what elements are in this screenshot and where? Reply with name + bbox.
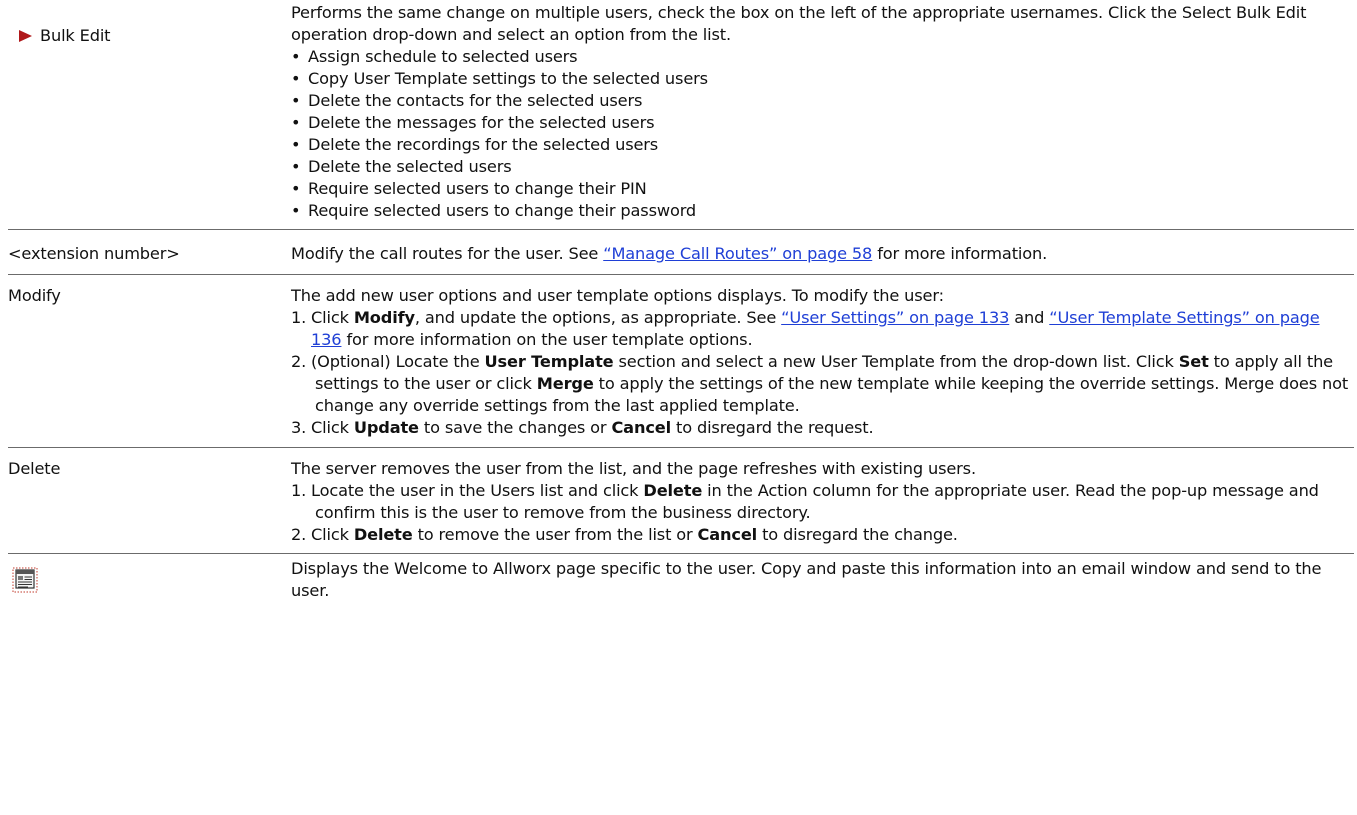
modify-label[interactable]: Modify (8, 286, 61, 305)
list-item: 1. Locate the user in the Users list and … (291, 481, 1319, 522)
extension-text-after: for more information. (872, 244, 1048, 263)
welcome-description: Displays the Welcome to Allworx page spe… (291, 559, 1322, 600)
list-item: Delete the recordings for the selected u… (291, 134, 1354, 156)
bulk-edit-description: Performs the same change on multiple use… (291, 3, 1307, 44)
list-item: Require selected users to change their P… (291, 178, 1354, 200)
delete-label[interactable]: Delete (8, 459, 60, 478)
row-extension-number: <extension number> Modify the call route… (8, 229, 1354, 275)
delete-steps: 1. Locate the user in the Users list and … (291, 480, 1354, 546)
bulk-edit-label: Bulk Edit (40, 26, 111, 45)
list-item: Assign schedule to selected users (291, 46, 1354, 68)
list-item: 1. Click Modify, and update the options, … (291, 308, 1320, 349)
expand-arrow-icon (19, 30, 32, 42)
manage-call-routes-link[interactable]: “Manage Call Routes” on page 58 (603, 244, 872, 263)
extension-number-label[interactable]: <extension number> (8, 244, 180, 263)
delete-intro: The server removes the user from the lis… (291, 459, 976, 478)
modify-steps: 1. Click Modify, and update the options, … (291, 307, 1354, 439)
list-item: Delete the contacts for the selected use… (291, 90, 1354, 112)
list-item: Delete the messages for the selected use… (291, 112, 1354, 134)
document-icon (12, 567, 38, 593)
row-welcome-page: Displays the Welcome to Allworx page spe… (8, 554, 1354, 603)
list-item: 2. Click Delete to remove the user from t… (291, 525, 958, 544)
welcome-page-icon[interactable] (12, 567, 38, 599)
list-item: 2. (Optional) Locate the User Template se… (291, 352, 1349, 415)
user-settings-link[interactable]: “User Settings” on page 133 (781, 308, 1009, 327)
list-item: Delete the selected users (291, 156, 1354, 178)
modify-intro: The add new user options and user templa… (291, 286, 944, 305)
list-item: Copy User Template settings to the selec… (291, 68, 1354, 90)
bulk-edit-options-list: Assign schedule to selected users Copy U… (291, 46, 1354, 222)
bulk-edit-toggle[interactable]: Bulk Edit (19, 25, 111, 47)
actions-table: Bulk Edit Performs the same change on mu… (8, 0, 1354, 602)
list-item: 3. Click Update to save the changes or Ca… (291, 418, 874, 437)
row-delete: Delete The server removes the user from … (8, 447, 1354, 554)
row-modify: Modify The add new user options and user… (8, 274, 1354, 448)
row-bulk-edit: Bulk Edit Performs the same change on mu… (8, 0, 1354, 230)
list-item: Require selected users to change their p… (291, 200, 1354, 222)
extension-text: Modify the call routes for the user. See (291, 244, 604, 263)
